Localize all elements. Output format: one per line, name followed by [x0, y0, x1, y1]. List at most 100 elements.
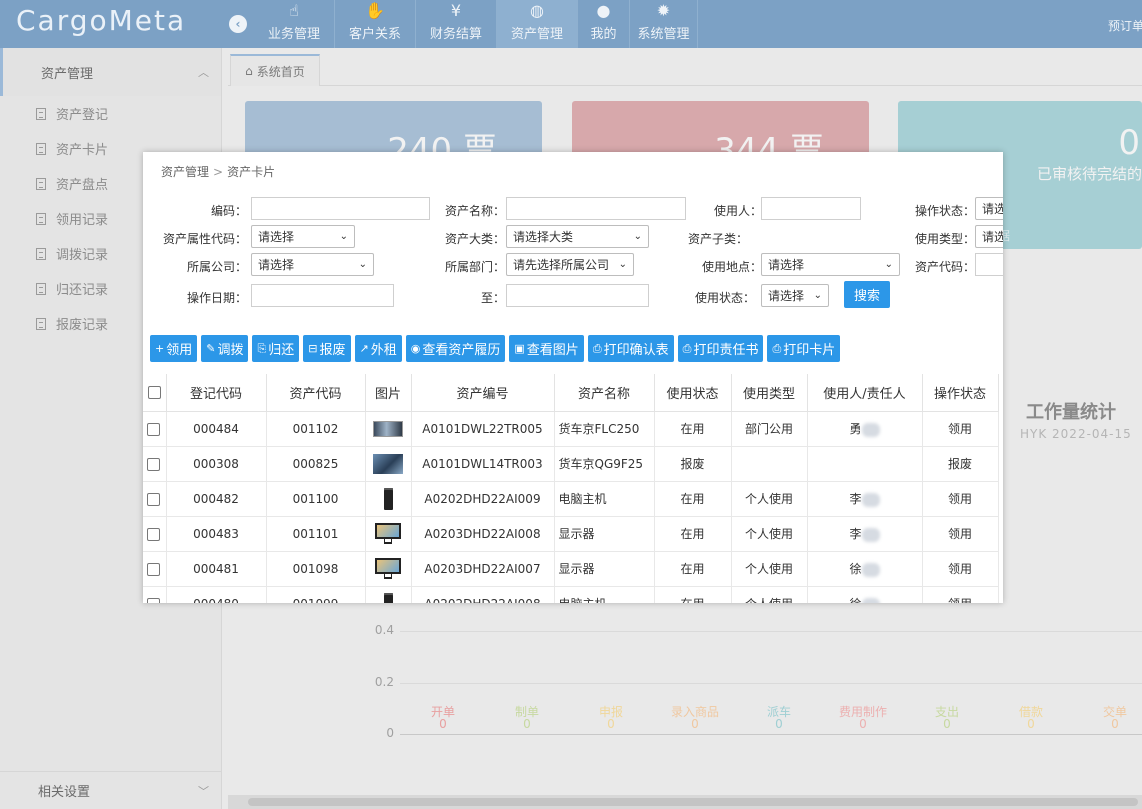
row-checkbox[interactable]	[147, 422, 160, 436]
nav-customer[interactable]: ✋ 客户关系	[335, 0, 416, 48]
use-status-select[interactable]: 请选择 ⌄	[761, 284, 829, 307]
gear-icon: ✹	[656, 1, 671, 20]
nav-system[interactable]: ✹ 系统管理	[630, 0, 698, 48]
col-reg-code[interactable]: 登记代码	[166, 374, 267, 412]
chevron-up-icon: ︿	[198, 66, 209, 79]
table-row[interactable]: 000483 001101 A0203DHD22AI008 显示器 在用 个人使用 李 领用	[143, 516, 999, 552]
copy-icon: ⎘	[257, 341, 267, 355]
select-all-checkbox[interactable]	[147, 385, 161, 399]
view-history-button[interactable]: ◉ 查看资产履历	[405, 335, 506, 362]
asset-name-cell: 电脑主机	[554, 481, 655, 517]
row-select-cell	[143, 481, 167, 517]
sidebar-section-settings[interactable]: 相关设置 ﹀	[0, 771, 221, 809]
dept-select[interactable]: 请先选择所属公司 ⌄	[506, 253, 634, 276]
op-status-select[interactable]: 请选	[975, 197, 1003, 220]
op-date-end-input[interactable]	[506, 284, 649, 307]
asset-name-cell: 显示器	[554, 516, 655, 552]
nav-mine[interactable]: ● 我的	[578, 0, 630, 48]
code-input[interactable]	[251, 197, 430, 220]
scrap-button[interactable]: ⊟ 报废	[303, 335, 351, 362]
pc-tower-image[interactable]	[383, 487, 393, 510]
chart-category-value: 0	[1111, 717, 1119, 731]
document-icon	[36, 177, 46, 190]
truck-image[interactable]	[373, 420, 403, 437]
nav-business[interactable]: ☝ 业务管理	[254, 0, 335, 48]
view-image-button[interactable]: ▣ 查看图片	[509, 335, 584, 362]
row-checkbox[interactable]	[147, 492, 160, 506]
row-checkbox[interactable]	[147, 457, 160, 471]
image-cell	[365, 586, 412, 603]
truck-image[interactable]	[373, 453, 403, 474]
receive-button[interactable]: + 领用	[150, 335, 198, 362]
col-asset-no[interactable]: 资产编号	[411, 374, 555, 412]
col-asset-code[interactable]: 资产代码	[266, 374, 366, 412]
document-icon	[36, 247, 46, 260]
user-input[interactable]	[761, 197, 861, 220]
col-user[interactable]: 使用人/责任人	[807, 374, 923, 412]
monitor-image[interactable]	[375, 557, 401, 580]
hand-icon: ☝	[289, 1, 299, 20]
tab-bar: ⌂ 系统首页	[228, 52, 1142, 86]
pencil-icon: ✎	[206, 342, 216, 355]
asset-code-cell: 001099	[266, 586, 366, 603]
monitor-image[interactable]	[375, 522, 401, 545]
row-select-cell	[143, 586, 167, 603]
asset-name-cell: 货车京FLC250	[554, 411, 655, 447]
transfer-button[interactable]: ✎ 调拨	[201, 335, 249, 362]
asset-name-cell: 电脑主机	[554, 586, 655, 603]
redacted-name	[861, 562, 880, 577]
scroll-thumb[interactable]	[248, 798, 1138, 806]
order-link[interactable]: 预订单	[1108, 17, 1142, 34]
print-confirm-button[interactable]: ⎙ 打印确认表	[587, 335, 674, 362]
return-button[interactable]: ⎘ 归还	[252, 335, 300, 362]
col-image[interactable]: 图片	[365, 374, 412, 412]
col-op-status[interactable]: 操作状态	[922, 374, 999, 412]
top-header: CargoMeta ‹ ☝ 业务管理 ✋ 客户关系 ¥ 财务结算 ◍ 资产管理 ● 我的 …	[0, 0, 1142, 48]
op-date-start-input[interactable]	[251, 284, 394, 307]
workload-chart: 0.4 0.2 0 开单 0 制单 0 申报 0 录入商品 0 派车 0 费用制作 0 支出 0 借款 0 交单…	[360, 600, 1142, 750]
image-cell	[365, 446, 412, 482]
pc-tower-image[interactable]	[383, 592, 393, 603]
asset-code-input[interactable]	[975, 253, 1003, 276]
attr-code-select[interactable]: 请选择 ⌄	[251, 225, 355, 248]
stat-value: 0	[1118, 123, 1140, 163]
table-row[interactable]: 000308 000825 A0101DWL14TR003 货车京QG9F25 报废 报废	[143, 446, 999, 482]
col-use-status[interactable]: 使用状态	[654, 374, 732, 412]
col-asset-name[interactable]: 资产名称	[554, 374, 655, 412]
print-card-button[interactable]: ⎙ 打印卡片	[767, 335, 841, 362]
chart-category-label: 开单 0	[408, 706, 478, 730]
select-all-cell	[143, 374, 167, 412]
table-row[interactable]: 000480001099 A0202DHD22AI008电脑主机在用个人使用徐 领用	[143, 586, 999, 603]
asset-name-input[interactable]	[506, 197, 686, 220]
nav-finance[interactable]: ¥ 财务结算	[416, 0, 497, 48]
reg-code-cell: 000308	[166, 446, 267, 482]
company-label: 所属公司：	[186, 260, 247, 274]
reg-code-cell: 000484	[166, 411, 267, 447]
row-checkbox[interactable]	[147, 597, 160, 603]
op-status-cell: 领用	[922, 481, 999, 517]
sidebar-section-asset[interactable]: 资产管理 ︿	[0, 48, 221, 96]
collapse-sidebar-button[interactable]: ‹	[229, 15, 247, 33]
print-responsibility-button[interactable]: ⎙ 打印责任书	[677, 335, 764, 362]
row-checkbox[interactable]	[147, 527, 160, 541]
document-icon	[36, 142, 46, 155]
use-status-cell: 在用	[654, 411, 732, 447]
user-label: 使用人：	[713, 204, 762, 218]
horizontal-scrollbar[interactable]	[228, 795, 1142, 809]
company-select[interactable]: 请选择 ⌄	[251, 253, 374, 276]
row-checkbox[interactable]	[147, 562, 160, 576]
table-row[interactable]: 000484 001102 A0101DWL22TR005 货车京FLC250 在用 部门…	[143, 411, 999, 447]
redacted-name	[861, 492, 880, 507]
col-use-type[interactable]: 使用类型	[731, 374, 808, 412]
tab-home[interactable]: ⌂ 系统首页	[230, 54, 320, 86]
table-row[interactable]: 000481 001098 A0203DHD22AI007 显示器 在用 个人使用 徐 领用	[143, 551, 999, 587]
location-select[interactable]: 请选择 ⌄	[761, 253, 900, 276]
use-type-select[interactable]: 请选	[975, 225, 1003, 248]
table-row[interactable]: 000482 001100 A0202DHD22AI009 电脑主机 在用 个人使用 李 领用	[143, 481, 999, 517]
search-button[interactable]: 搜索	[844, 281, 890, 308]
lease-out-button[interactable]: ↗ 外租	[354, 335, 402, 362]
category-select[interactable]: 请选择大类 ⌄	[506, 225, 649, 248]
user-cell: 勇	[807, 411, 923, 447]
nav-asset[interactable]: ◍ 资产管理	[497, 0, 578, 48]
sidebar-item-asset-register[interactable]: 资产登记	[0, 96, 221, 131]
